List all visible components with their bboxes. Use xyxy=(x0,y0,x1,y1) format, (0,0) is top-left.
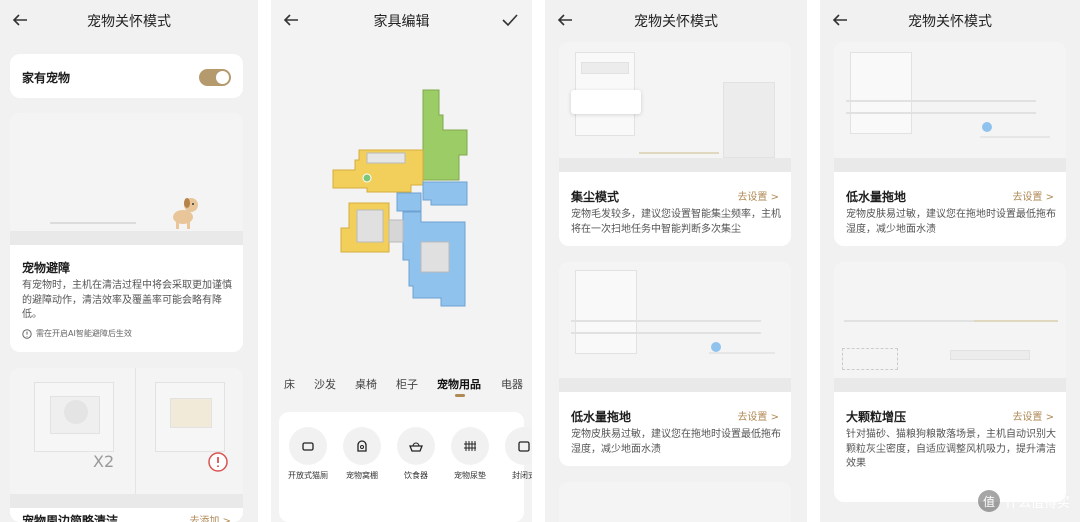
settings-link[interactable]: 去设置 > xyxy=(1012,408,1054,423)
item-label: 宠物窝棚 xyxy=(346,471,378,480)
x2-label: X2 xyxy=(93,452,115,471)
dog-icon xyxy=(173,198,198,229)
pet-obstacle-illustration xyxy=(10,113,243,245)
pet-care-screen-2: 宠物关怀模式 集尘模式 去设置 > 宠物毛发较多，建议您设置智能集尘频率，主机将… xyxy=(545,0,807,522)
pet-care-screen-1: 宠物关怀模式 家有宠物 宠物避障 有宠物时，主机在清洁过程中将会采取更加谨慎的避… xyxy=(0,0,258,522)
item-enclosed[interactable]: 封闭式 xyxy=(499,427,532,481)
has-pet-label: 家有宠物 xyxy=(22,71,71,85)
settings-link[interactable]: 去设置 > xyxy=(737,408,779,423)
item-label: 宠物尿垫 xyxy=(454,471,486,480)
top-bar: 宠物关怀模式 xyxy=(545,0,807,40)
card-title: 低水量拖地 xyxy=(571,410,632,424)
settings-link[interactable]: 去设置 > xyxy=(737,188,779,203)
tab-pet-supplies[interactable]: 宠物用品 xyxy=(437,376,481,397)
bowl-icon xyxy=(409,442,423,452)
watermark: 值 什么值得买 xyxy=(977,490,1070,512)
card-title: 低水量拖地 xyxy=(846,190,907,204)
low-water-illustration xyxy=(834,42,1066,172)
info-icon xyxy=(22,328,32,339)
pet-house-icon xyxy=(357,440,367,452)
card-description: 宠物皮肤易过敏，建议您在拖地时设置最低拖布湿度，减少地面水渍 xyxy=(571,429,781,455)
card-title: 集尘模式 xyxy=(571,190,620,204)
furniture-edit-screen: 家具编辑 床 沙发 桌椅 柜子 宠物用品 电器 开放式猫厕 宠物窝棚 饮食器 宠… xyxy=(271,0,532,522)
pet-area-illustration: X2 xyxy=(10,368,243,508)
litter-box-icon xyxy=(302,442,314,451)
item-pee-pad[interactable]: 宠物尿垫 xyxy=(445,427,495,481)
card-description: 宠物毛发较多，建议您设置智能集尘频率，主机将在一次扫地任务中智能判断多次集尘 xyxy=(571,209,781,235)
card-title: 宠物周边简略清洁 xyxy=(22,514,119,522)
dust-collect-card: 集尘模式 去设置 > 宠物毛发较多，建议您设置智能集尘频率，主机将在一次扫地任务… xyxy=(559,42,791,246)
note-text: 需在开启AI智能避障后生效 xyxy=(36,329,132,338)
pet-obstacle-card: 宠物避障 有宠物时，主机在清洁过程中将会采取更加谨慎的避障动作，清洁效率及覆盖率… xyxy=(10,113,243,352)
floor-map[interactable] xyxy=(271,60,532,360)
page-title: 家具编辑 xyxy=(373,14,430,30)
card-description: 有宠物时，主机在清洁过程中将会采取更加谨慎的避障动作，清洁效率及覆盖率可能会略有… xyxy=(22,280,232,320)
watermark-logo: 值 xyxy=(977,490,1000,512)
pet-area-clean-card: X2 宠物周边简略清洁 去添加 > xyxy=(10,368,243,522)
tab-bed[interactable]: 床 xyxy=(284,376,295,392)
item-feeder[interactable]: 饮食器 xyxy=(391,427,441,481)
tab-cabinet[interactable]: 柜子 xyxy=(396,376,418,392)
item-label: 开放式猫厕 xyxy=(288,471,328,480)
pee-pad-icon xyxy=(464,441,476,451)
top-bar: 宠物关怀模式 xyxy=(820,0,1080,40)
item-label: 封闭式 xyxy=(512,471,532,480)
tab-appliance[interactable]: 电器 xyxy=(501,376,523,392)
large-particle-illustration xyxy=(834,262,1066,392)
card-title: 大颗粒增压 xyxy=(846,410,907,424)
next-card xyxy=(559,482,791,522)
large-particle-boost-card: 大颗粒增压 去设置 > 针对猫砂、猫粮狗粮散落场景，主机自动识别大颗粒灰尘密度，… xyxy=(834,262,1066,502)
tab-table-chair[interactable]: 桌椅 xyxy=(355,376,377,392)
warning-icon xyxy=(208,452,228,472)
settings-link[interactable]: 去设置 > xyxy=(1012,188,1054,203)
enclosed-box-icon xyxy=(518,441,530,452)
furniture-category-tabs: 床 沙发 桌椅 柜子 宠物用品 电器 xyxy=(271,372,532,397)
card-title: 宠物避障 xyxy=(22,261,71,275)
low-water-mop-card: 低水量拖地 去设置 > 宠物皮肤易过敏，建议您在拖地时设置最低拖布湿度，减少地面… xyxy=(834,42,1066,246)
has-pet-toggle[interactable] xyxy=(199,69,231,86)
watermark-text: 什么值得买 xyxy=(1004,495,1070,511)
low-water-illustration xyxy=(559,262,791,392)
item-open-litter-box[interactable]: 开放式猫厕 xyxy=(283,427,333,481)
dust-collect-illustration xyxy=(559,42,791,172)
card-description: 针对猫砂、猫粮狗粮散落场景，主机自动识别大颗粒灰尘密度，自适应调整风机吸力，提升… xyxy=(846,429,1056,469)
tab-sofa[interactable]: 沙发 xyxy=(314,376,336,392)
item-pet-house[interactable]: 宠物窝棚 xyxy=(337,427,387,481)
page-title: 宠物关怀模式 xyxy=(87,14,171,30)
card-note: 需在开启AI智能避障后生效 xyxy=(22,328,132,339)
confirm-check-icon[interactable] xyxy=(500,10,520,30)
top-bar: 家具编辑 xyxy=(271,0,532,40)
page-title: 宠物关怀模式 xyxy=(908,14,992,30)
card-description: 宠物皮肤易过敏，建议您在拖地时设置最低拖布湿度，减少地面水渍 xyxy=(846,209,1056,235)
add-link[interactable]: 去添加 > xyxy=(189,512,231,522)
item-label: 饮食器 xyxy=(404,471,428,480)
low-water-mop-card: 低水量拖地 去设置 > 宠物皮肤易过敏，建议您在拖地时设置最低拖布湿度，减少地面… xyxy=(559,262,791,466)
pet-care-screen-3: 宠物关怀模式 低水量拖地 去设置 > 宠物皮肤易过敏，建议您在拖地时设置最低拖布… xyxy=(820,0,1080,522)
has-pet-row: 家有宠物 xyxy=(10,54,243,98)
page-title: 宠物关怀模式 xyxy=(634,14,718,30)
pet-supplies-grid: 开放式猫厕 宠物窝棚 饮食器 宠物尿垫 封闭式 xyxy=(279,412,532,522)
top-bar: 宠物关怀模式 xyxy=(0,0,258,40)
